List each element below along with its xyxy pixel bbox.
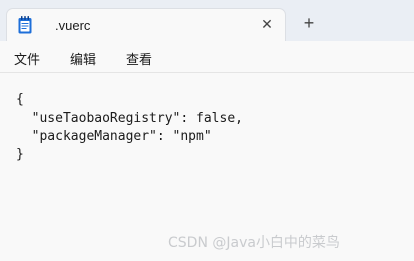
watermark: CSDN @Java小白中的菜鸟	[168, 235, 340, 251]
tab-title: .vuerc	[55, 18, 91, 33]
code-line: }	[16, 147, 24, 162]
close-icon[interactable]: ✕	[257, 14, 277, 34]
code-line: {	[16, 92, 24, 107]
menu-bar: 文件 编辑 查看	[0, 41, 414, 73]
title-bar: .vuerc ✕ +	[0, 0, 414, 41]
menu-edit[interactable]: 编辑	[70, 49, 96, 68]
new-tab-plus-icon[interactable]: +	[298, 12, 320, 34]
tab-vuerc[interactable]: .vuerc ✕	[6, 8, 286, 41]
notepad-icon	[18, 16, 32, 34]
menu-file[interactable]: 文件	[14, 49, 40, 68]
code-line: "packageManager": "npm"	[16, 129, 212, 144]
menu-view[interactable]: 查看	[126, 49, 152, 68]
code-line: "useTaobaoRegistry": false,	[16, 111, 243, 126]
